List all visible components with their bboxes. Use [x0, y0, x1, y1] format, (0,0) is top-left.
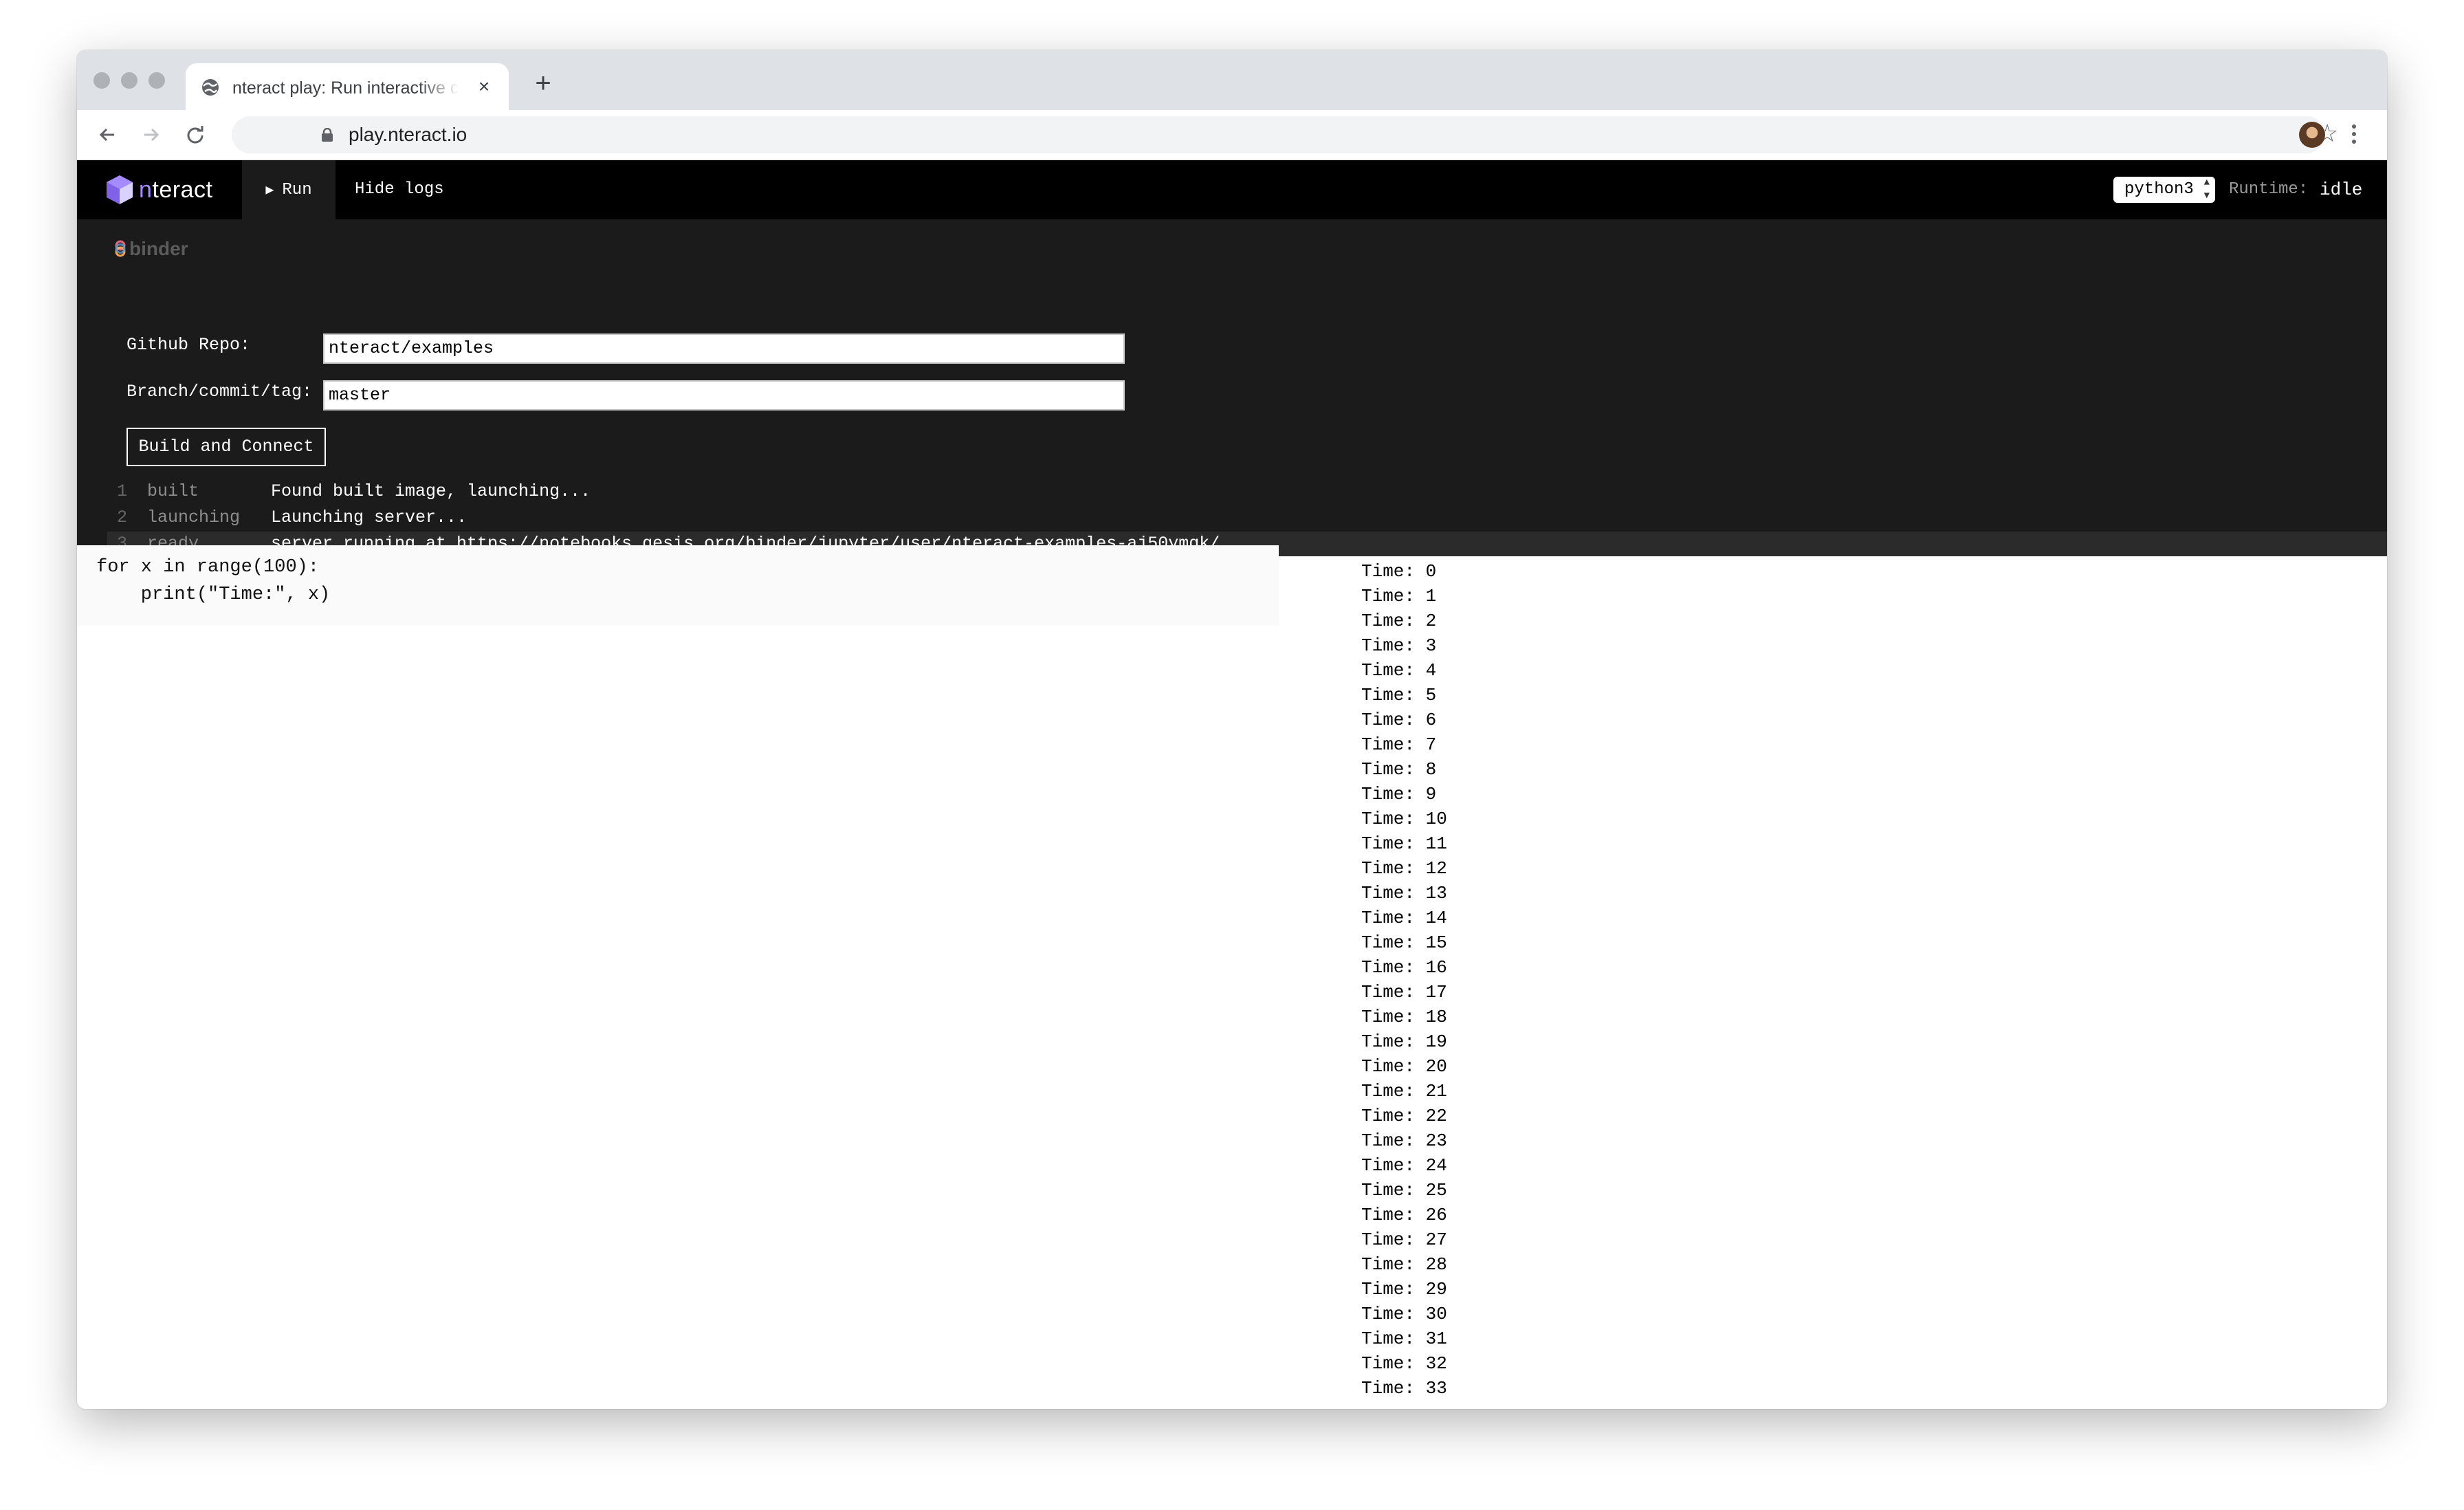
output-line: Time: 21 — [1361, 1081, 1447, 1102]
output-line: Time: 26 — [1361, 1205, 1447, 1225]
runtime-status: idle — [2320, 179, 2363, 200]
log-phase: built — [147, 481, 199, 501]
binder-logo: binder — [113, 238, 188, 259]
repo-input[interactable]: nteract/examples — [323, 333, 1125, 364]
run-button-label: Run — [282, 180, 312, 199]
play-icon: ▶ — [265, 183, 274, 199]
nteract-logo: nteract — [104, 173, 212, 207]
profile-avatar[interactable] — [2299, 122, 2325, 148]
output-line: Time: 7 — [1361, 734, 1437, 755]
branch-label: Branch/commit/tag: — [126, 382, 313, 402]
window-zoom-control[interactable] — [148, 72, 165, 89]
output-line: Time: 29 — [1361, 1279, 1447, 1300]
hide-logs-button[interactable]: Hide logs — [355, 160, 444, 219]
output-line: Time: 3 — [1361, 635, 1437, 656]
new-tab-icon[interactable]: + — [531, 69, 556, 97]
output-line: Time: 0 — [1361, 561, 1437, 582]
browser-menu-icon[interactable] — [2351, 122, 2357, 147]
runtime-label: Runtime: — [2229, 180, 2309, 199]
output-line: Time: 2 — [1361, 611, 1437, 631]
browser-tab[interactable]: nteract play: Run interactive code × — [186, 63, 509, 110]
output-line: Time: 16 — [1361, 957, 1447, 978]
binder-wordmark: binder — [129, 238, 188, 259]
output-line: Time: 6 — [1361, 710, 1437, 730]
lock-icon — [322, 128, 333, 142]
binder-rings-icon — [115, 240, 126, 257]
app-header: nteract ▶ Run Hide logs python3 ▲ ▼ Runti… — [77, 160, 2387, 219]
output-line: Time: 11 — [1361, 833, 1447, 854]
output-line: Time: 28 — [1361, 1254, 1447, 1275]
tab-close-icon[interactable]: × — [474, 77, 494, 96]
tab-strip: nteract play: Run interactive code × + — [77, 50, 2387, 110]
browser-toolbar: play.nteract.io ☆ — [77, 110, 2387, 160]
output-line: Time: 12 — [1361, 858, 1447, 879]
kernel-select-value: python3 — [2124, 180, 2194, 199]
log-row: 2 launching Launching server... — [107, 505, 2387, 530]
output-line: Time: 15 — [1361, 932, 1447, 953]
log-message: Launching server... — [271, 507, 468, 527]
output-line: Time: 10 — [1361, 809, 1447, 829]
forward-arrow-icon[interactable] — [139, 122, 164, 147]
binder-panel: binder Github Repo: nteract/examples Bra… — [77, 219, 2387, 556]
log-line-number: 1 — [117, 481, 128, 501]
globe-icon — [202, 79, 219, 96]
reload-icon[interactable] — [183, 122, 208, 147]
output-line: Time: 18 — [1361, 1007, 1447, 1027]
log-phase: launching — [147, 507, 241, 527]
address-bar[interactable]: play.nteract.io ☆ — [232, 116, 2338, 153]
output-line: Time: 14 — [1361, 908, 1447, 928]
back-arrow-icon[interactable] — [95, 122, 120, 147]
output-line: Time: 24 — [1361, 1155, 1447, 1176]
output-line: Time: 5 — [1361, 685, 1437, 705]
nteract-wordmark: nteract — [139, 176, 213, 203]
log-message: Found built image, launching... — [271, 481, 591, 501]
build-and-connect-button[interactable]: Build and Connect — [126, 428, 326, 466]
browser-window: nteract play: Run interactive code × + p… — [77, 50, 2387, 1409]
branch-input[interactable]: master — [323, 380, 1125, 411]
tab-title: nteract play: Run interactive code — [232, 78, 459, 98]
output-line: Time: 31 — [1361, 1328, 1447, 1349]
run-button[interactable]: ▶ Run — [242, 160, 336, 219]
repo-label: Github Repo: — [126, 335, 251, 355]
output-line: Time: 33 — [1361, 1378, 1447, 1399]
log-line-number: 2 — [117, 507, 128, 527]
output-line: Time: 25 — [1361, 1180, 1447, 1201]
output-line: Time: 23 — [1361, 1130, 1447, 1151]
kernel-select[interactable]: python3 ▲ ▼ — [2113, 177, 2215, 203]
output-line: Time: 30 — [1361, 1304, 1447, 1324]
url-text: play.nteract.io — [349, 124, 468, 145]
window-minimize-control[interactable] — [121, 72, 138, 89]
log-row: 1 built Found built image, launching... — [107, 479, 2387, 504]
output-line: Time: 9 — [1361, 784, 1437, 805]
code-editor[interactable]: for x in range(100): print("Time:", x) — [77, 545, 1279, 625]
window-close-control[interactable] — [94, 72, 110, 89]
code-line: for x in range(100): — [96, 557, 320, 578]
output-line: Time: 1 — [1361, 586, 1437, 606]
output-area: Time: 0 Time: 1 Time: 2 Time: 3 Time: 4 Time:… — [1361, 559, 1447, 1401]
output-line: Time: 20 — [1361, 1056, 1447, 1077]
code-line: print("Time:", x) — [96, 584, 331, 605]
output-line: Time: 32 — [1361, 1353, 1447, 1374]
output-line: Time: 27 — [1361, 1229, 1447, 1250]
output-line: Time: 13 — [1361, 883, 1447, 904]
output-line: Time: 8 — [1361, 759, 1437, 780]
output-line: Time: 22 — [1361, 1106, 1447, 1126]
output-line: Time: 4 — [1361, 660, 1437, 681]
output-line: Time: 17 — [1361, 982, 1447, 1003]
select-arrows-icon: ▲ ▼ — [2203, 177, 2210, 201]
nteract-hexagon-icon — [107, 175, 133, 204]
output-line: Time: 19 — [1361, 1031, 1447, 1052]
